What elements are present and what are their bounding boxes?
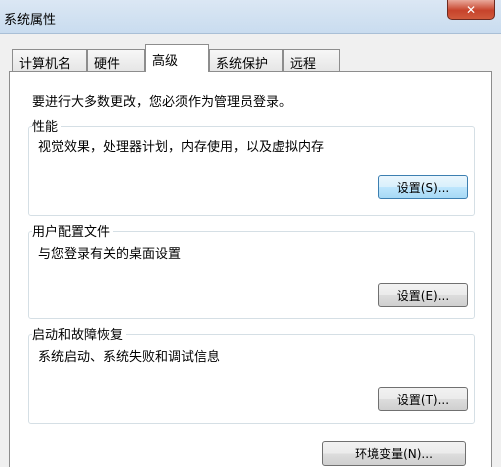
admin-note: 要进行大多数更改，您必须作为管理员登录。 [32,95,293,110]
tab-label: 硬件 [94,57,121,72]
tab-label: 系统保护 [216,57,269,72]
tab-hardware[interactable]: 硬件 [87,49,145,72]
tab-label: 远程 [290,57,317,72]
performance-settings-button[interactable]: 设置(S)... [378,175,468,199]
window-title: 系统属性 [4,13,57,28]
close-icon: ✕ [465,2,477,17]
tab-advanced[interactable]: 高级 [145,44,209,72]
environment-variables-button[interactable]: 环境变量(N)... [322,441,466,466]
tab-label: 高级 [152,54,179,69]
title-bar[interactable]: 系统属性 ✕ [0,0,501,34]
close-button[interactable]: ✕ [447,0,495,20]
tab-computer-name[interactable]: 计算机名 [12,49,87,72]
startup-recovery-settings-button[interactable]: 设置(T)... [378,387,468,411]
startup-recovery-group-title: 启动和故障恢复 [32,324,127,343]
user-profiles-settings-button[interactable]: 设置(E)... [378,283,468,307]
startup-recovery-description: 系统启动、系统失败和调试信息 [38,350,221,365]
performance-group-title: 性能 [32,116,62,135]
tab-system-protection[interactable]: 系统保护 [209,49,283,72]
tab-label: 计算机名 [19,57,72,72]
tab-remote[interactable]: 远程 [283,49,340,72]
user-profiles-group-title: 用户配置文件 [32,221,114,240]
user-profiles-description: 与您登录有关的桌面设置 [38,247,182,262]
performance-description: 视觉效果，处理器计划，内存使用，以及虚拟内存 [38,140,325,155]
